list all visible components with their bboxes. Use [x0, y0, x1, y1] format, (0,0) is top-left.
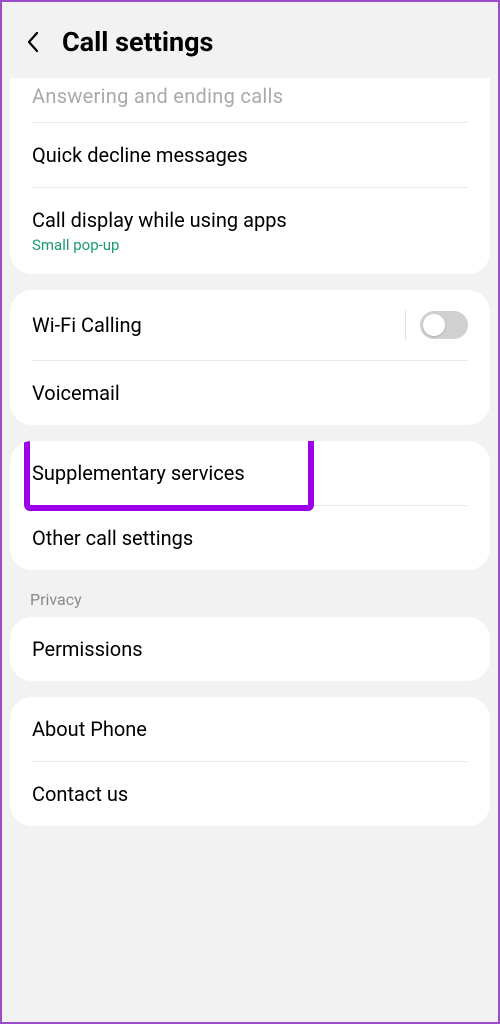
settings-group-1: Answering and ending calls Quick decline…	[10, 78, 490, 274]
row-call-display[interactable]: Call display while using apps Small pop-…	[10, 188, 490, 274]
toggle-wrap	[405, 310, 468, 340]
row-sublabel: Small pop-up	[32, 236, 287, 254]
row-supplementary-services[interactable]: Supplementary services	[10, 441, 490, 505]
row-about-phone[interactable]: About Phone	[10, 697, 490, 761]
row-permissions[interactable]: Permissions	[10, 617, 490, 681]
row-label: Other call settings	[32, 526, 193, 550]
row-label: Contact us	[32, 782, 128, 806]
toggle-knob	[423, 314, 445, 336]
vertical-divider	[405, 310, 406, 340]
wifi-calling-toggle[interactable]	[420, 311, 468, 339]
row-label: Call display while using apps	[32, 208, 287, 232]
settings-group-4: Permissions	[10, 617, 490, 681]
row-label: Wi-Fi Calling	[32, 313, 142, 337]
settings-group-5: About Phone Contact us	[10, 697, 490, 826]
settings-group-2: Wi-Fi Calling Voicemail	[10, 290, 490, 425]
row-label: Voicemail	[32, 381, 120, 405]
header: Call settings	[2, 2, 498, 78]
row-voicemail[interactable]: Voicemail	[10, 361, 490, 425]
row-wifi-calling[interactable]: Wi-Fi Calling	[10, 290, 490, 360]
row-contact-us[interactable]: Contact us	[10, 762, 490, 826]
row-quick-decline[interactable]: Quick decline messages	[10, 123, 490, 187]
row-label: Answering and ending calls	[32, 84, 283, 108]
row-other-call-settings[interactable]: Other call settings	[10, 506, 490, 570]
row-label: About Phone	[32, 717, 147, 741]
section-header-privacy: Privacy	[2, 586, 498, 617]
back-icon[interactable]	[22, 31, 44, 53]
page-title: Call settings	[62, 26, 213, 58]
row-answering-ending[interactable]: Answering and ending calls	[10, 78, 490, 122]
row-label: Permissions	[32, 637, 143, 661]
settings-group-3: Supplementary services Other call settin…	[10, 441, 490, 570]
row-label: Quick decline messages	[32, 143, 248, 167]
row-label: Supplementary services	[32, 461, 245, 485]
